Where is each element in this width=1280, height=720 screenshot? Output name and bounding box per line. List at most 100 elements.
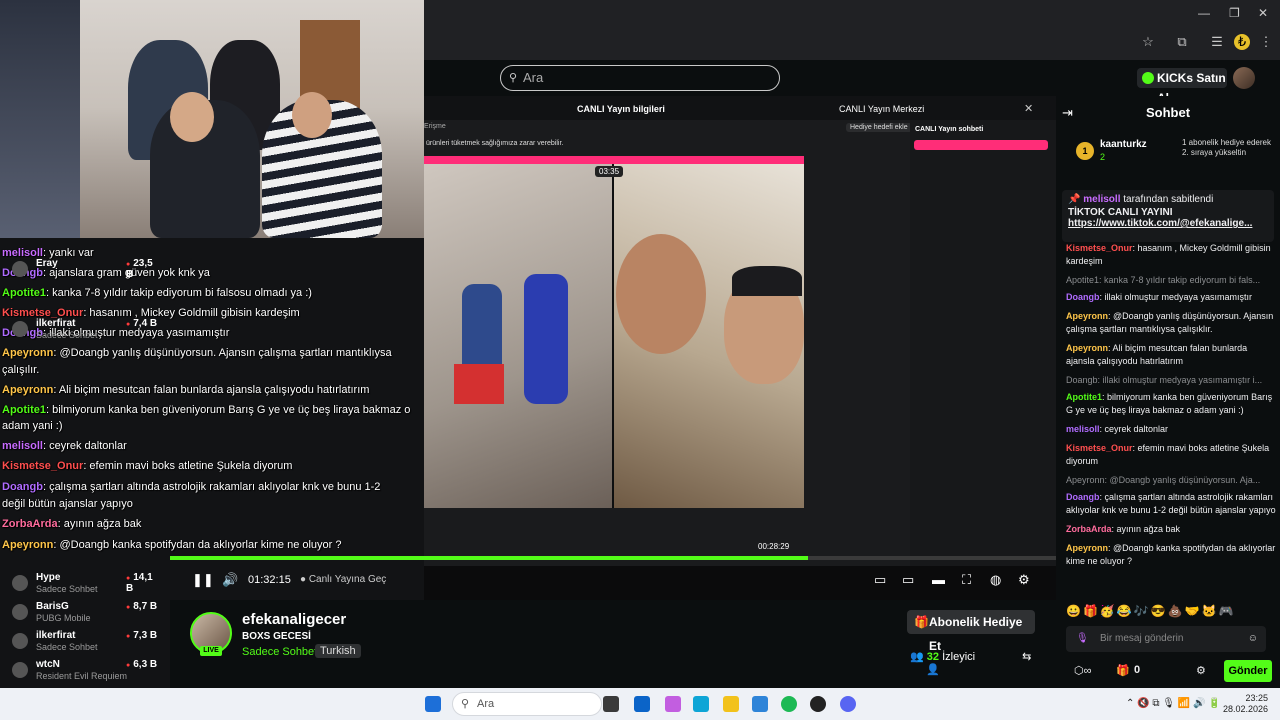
minimize-icon[interactable]: — bbox=[1198, 6, 1210, 20]
chat-message[interactable]: Kismetse_Onur: hasanım , Mickey Goldmill… bbox=[1066, 242, 1276, 268]
chat-username[interactable]: Apotite1 bbox=[1066, 392, 1102, 402]
chat-message[interactable]: Apotite1: bilmiyorum kanka ben güveniyor… bbox=[1066, 391, 1276, 417]
chat-username[interactable]: Doangb bbox=[1066, 492, 1100, 502]
chat-username[interactable]: Kismetse_Onur bbox=[1066, 243, 1133, 253]
system-tray-icons[interactable]: ⌃ 🔇 ⧉ 🎙 📶 🔊 🔋 bbox=[1126, 698, 1221, 709]
chat-message[interactable]: Doangb: illaki olmuştur medyaya yasımamı… bbox=[1066, 291, 1276, 304]
chat-input-placeholder: Bir mesaj gönderin bbox=[1100, 633, 1184, 644]
cinema-icon[interactable]: ▬ bbox=[932, 572, 945, 587]
stream-category[interactable]: Sadece Sohbet bbox=[242, 646, 317, 658]
emoji-picker-icon[interactable]: ☺ bbox=[1248, 626, 1258, 652]
outlook-icon[interactable] bbox=[634, 696, 650, 712]
profile-icon[interactable]: ₺ bbox=[1234, 34, 1250, 50]
chat-username[interactable]: ZorbaArda bbox=[1066, 524, 1112, 534]
settings-icon[interactable] bbox=[752, 696, 768, 712]
mic-icon[interactable]: 🎙 bbox=[1076, 626, 1089, 652]
chat-message[interactable]: Apeyronn: @Doangb yanlış düşünüyorsun. A… bbox=[1066, 310, 1276, 336]
send-button[interactable]: Gönder bbox=[1224, 660, 1272, 682]
player-progress-bar[interactable] bbox=[170, 556, 1056, 560]
menu-icon[interactable]: ⋮ bbox=[1258, 34, 1274, 50]
viewer-list-item[interactable]: ilkerfiratSadece Sohbet 7,4 B bbox=[12, 318, 162, 344]
chat-message[interactable]: melisoll: ceyrek daltonlar bbox=[1066, 423, 1276, 436]
start-icon[interactable] bbox=[425, 696, 441, 712]
chat-message[interactable]: Doangb: çalışma şartları altında astrolo… bbox=[1066, 491, 1276, 517]
share-icon[interactable]: ⇆ bbox=[1022, 651, 1031, 663]
copilot-icon[interactable] bbox=[665, 696, 681, 712]
edge-icon[interactable] bbox=[693, 696, 709, 712]
collapse-chat-icon[interactable]: ⇥ bbox=[1062, 96, 1073, 130]
viewer-name: ilkerfirat bbox=[36, 318, 76, 329]
viewer-list-item[interactable]: ilkerfiratSadece Sohbet 7,3 B bbox=[12, 630, 162, 656]
viewer-value: 8,7 B bbox=[126, 601, 157, 612]
extensions-icon[interactable]: ⧉ bbox=[1174, 34, 1190, 50]
buy-kicks-button[interactable]: KICKs Satın Al bbox=[1137, 68, 1227, 105]
viewer-count: 👥 32 İzleyici ⇆ 👤 bbox=[910, 650, 1056, 676]
taskbar-search[interactable]: ⚲ Ara bbox=[452, 692, 602, 716]
viewer-list-item[interactable]: BarisGPUBG Mobile 8,7 B bbox=[12, 601, 162, 627]
chat-settings-icon[interactable]: ⚙ bbox=[1196, 664, 1206, 677]
user-avatar[interactable] bbox=[1233, 67, 1255, 89]
stream-language-tag[interactable]: Turkish bbox=[315, 644, 361, 658]
pinned-title: TİKTOK CANLI YAYINI bbox=[1068, 207, 1173, 218]
task-view-icon[interactable] bbox=[603, 696, 619, 712]
theater-icon[interactable]: ▭ bbox=[902, 572, 914, 588]
settings-gear-icon[interactable]: ⚙ bbox=[1018, 572, 1030, 588]
discord-icon[interactable] bbox=[840, 696, 856, 712]
chrome-icon[interactable] bbox=[723, 696, 739, 712]
bookmark-star-icon[interactable]: ☆ bbox=[1140, 34, 1156, 50]
follow-icon[interactable]: 👤 bbox=[926, 664, 940, 676]
chat-username[interactable]: Apeyronn bbox=[1066, 343, 1108, 353]
chat-message-input[interactable]: 🎙 Bir mesaj gönderin ☺ bbox=[1066, 626, 1266, 652]
chat-username[interactable]: Kismetse_Onur bbox=[1066, 443, 1133, 453]
subgift-prompt[interactable]: 1 abonelik hediye ederek 2. sıraya yükse… bbox=[1182, 138, 1274, 158]
taskbar-clock[interactable]: 23:25 28.02.2026 bbox=[1222, 693, 1268, 715]
top-gifter-name[interactable]: kaanturkz bbox=[1100, 139, 1147, 150]
overlay-chat-text: : Ali biçim mesutcan falan bunlarda ajan… bbox=[53, 384, 370, 396]
gift-subscription-button[interactable]: 🎁 Abonelik Hediye Et bbox=[907, 610, 1035, 653]
kicks-points-icon[interactable]: ⬡∞ bbox=[1074, 664, 1091, 677]
overlay-chat-line: Apeyronn: @Doangb yanlış düşünüyorsun. A… bbox=[2, 347, 392, 359]
chat-message[interactable]: Apeyronn: Ali biçim mesutcan falan bunla… bbox=[1066, 342, 1276, 368]
gift-box-icon[interactable]: 🎁 bbox=[1116, 664, 1130, 677]
clip-icon[interactable]: ▭ bbox=[874, 572, 886, 588]
overlay-chat-user: Doangb bbox=[2, 481, 43, 493]
chat-username[interactable]: Apeyronn bbox=[1066, 543, 1108, 553]
chat-message[interactable]: Apeyronn: @Doangb kanka spotifydan da ak… bbox=[1066, 542, 1276, 568]
viewer-list-item[interactable]: HypeSadece Sohbet 14,1 B bbox=[12, 572, 162, 598]
channel-name[interactable]: efekanaligecer bbox=[242, 611, 346, 628]
pinned-link[interactable]: https://www.tiktok.com/@efekanalige... bbox=[1068, 218, 1268, 229]
chat-username[interactable]: Apeyronn bbox=[1066, 311, 1108, 321]
viewer-value: 7,4 B bbox=[126, 318, 157, 329]
search-icon: ⚲ bbox=[461, 698, 470, 710]
go-live-button[interactable]: ● Canlı Yayına Geç bbox=[300, 574, 386, 585]
viewer-avatar bbox=[12, 261, 28, 277]
chat-message[interactable]: ZorbaArda: ayının ağza bak bbox=[1066, 523, 1276, 536]
inner-chat-panel: CANLI Yayın sohbeti bbox=[910, 120, 1056, 566]
close-icon[interactable]: ✕ bbox=[1258, 6, 1268, 20]
maximize-icon[interactable]: ❐ bbox=[1229, 6, 1240, 20]
chat-message[interactable]: Kismetse_Onur: efemin mavi boks atletine… bbox=[1066, 442, 1276, 468]
playlist-icon[interactable]: ☰ bbox=[1209, 34, 1225, 50]
chat-username[interactable]: melisoll bbox=[1066, 424, 1100, 434]
emote-bar[interactable]: 😀🎁🥳😂🎶😎💩🤝🐱🎮 bbox=[1066, 604, 1276, 620]
search-input[interactable]: ⚲ Ara bbox=[500, 65, 780, 91]
boxer-shorts bbox=[454, 364, 504, 404]
pinned-message[interactable]: 📌 melisoll tarafından sabitlendi TİKTOK … bbox=[1062, 190, 1274, 242]
windows-taskbar: ⚲ Ara ⌃ 🔇 ⧉ 🎙 📶 🔊 🔋 23:25 28.02.2026 bbox=[0, 688, 1280, 720]
spotify-icon[interactable] bbox=[781, 696, 797, 712]
viewer-list-item[interactable]: Eray 23,5 B bbox=[12, 258, 162, 284]
video-right-pane bbox=[614, 164, 804, 508]
obs-icon[interactable] bbox=[810, 696, 826, 712]
viewer-list-item[interactable]: wtcNResident Evil Requiem6,3 B bbox=[12, 659, 162, 685]
overlay-chat-user: ZorbaArda bbox=[2, 518, 58, 530]
pip-icon[interactable]: ◍ bbox=[990, 572, 1001, 588]
chat-username[interactable]: Doangb bbox=[1066, 292, 1100, 302]
pause-icon[interactable]: ❚❚ bbox=[192, 572, 214, 588]
overlay-chat-line: Doangb: çalışma şartları altında astrolo… bbox=[2, 481, 380, 493]
volume-icon[interactable]: 🔊 bbox=[222, 572, 238, 588]
overlay-chat-user: Apeyronn bbox=[2, 384, 54, 396]
inner-center-label: CANLI Yayın Merkezi bbox=[839, 104, 925, 114]
chat-reply-context: Apeyronn: @Doangb yanlış düşünüyorsun. A… bbox=[1066, 475, 1261, 485]
fullscreen-icon[interactable]: ⛶ bbox=[962, 572, 971, 588]
overlay-chat-line: melisoll: ceyrek daltonlar bbox=[2, 440, 127, 452]
